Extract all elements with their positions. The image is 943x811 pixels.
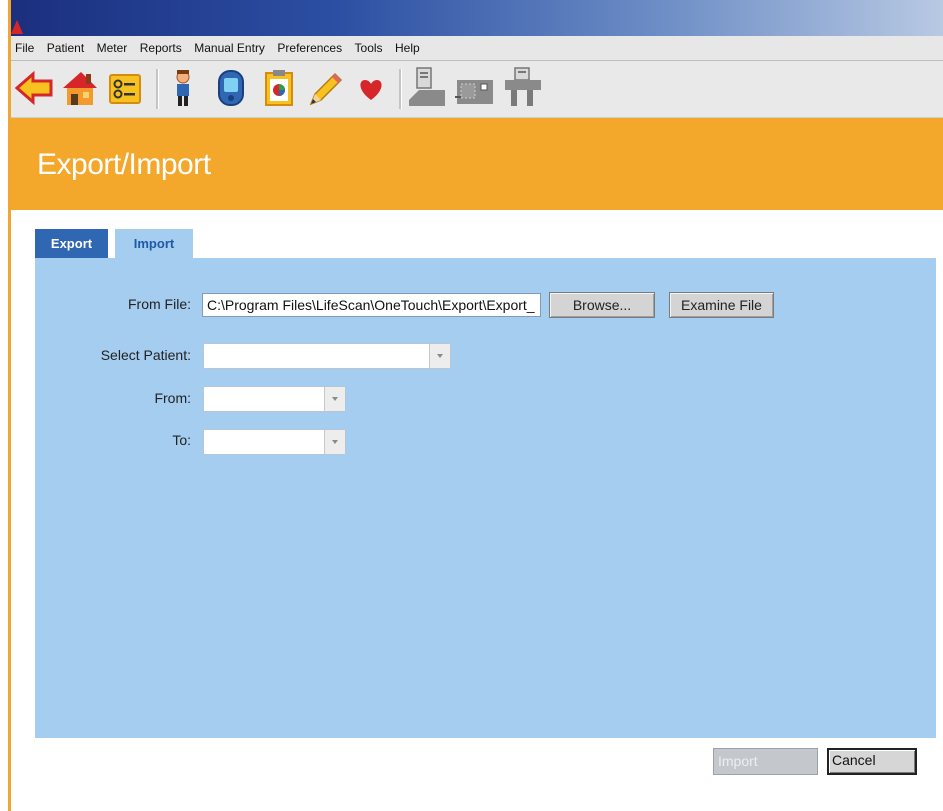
menu-file[interactable]: File — [11, 36, 38, 60]
chevron-down-icon[interactable] — [429, 344, 450, 368]
tab-export[interactable]: Export — [35, 229, 108, 258]
download-device-icon[interactable] — [405, 65, 449, 111]
tab-import[interactable]: Import — [115, 229, 193, 258]
pencil-icon[interactable] — [303, 65, 347, 111]
upload-device-icon[interactable] — [501, 65, 545, 111]
meter-icon[interactable] — [209, 65, 253, 111]
to-date-label: To: — [172, 432, 191, 448]
heart-icon[interactable] — [349, 65, 393, 111]
from-date-dropdown[interactable] — [203, 386, 346, 412]
toolbar-separator — [156, 69, 159, 109]
settings-list-icon[interactable] — [103, 65, 147, 111]
toolbar-separator — [399, 69, 402, 109]
clipboard-icon[interactable] — [257, 65, 301, 111]
import-panel: From File: C:\Program Files\LifeScan\One… — [35, 258, 936, 738]
page-title: Export/Import — [37, 148, 211, 181]
cancel-button[interactable]: Cancel — [827, 748, 917, 775]
title-bar — [11, 0, 943, 36]
home-icon[interactable] — [57, 65, 101, 111]
import-button[interactable]: Import — [713, 748, 818, 775]
from-date-label: From: — [154, 390, 191, 406]
toolbar — [11, 61, 943, 118]
page-header: Export/Import — [11, 118, 943, 210]
from-file-input[interactable]: C:\Program Files\LifeScan\OneTouch\Expor… — [202, 293, 541, 317]
from-file-label: From File: — [128, 296, 191, 312]
menu-bar: File Patient Meter Reports Manual Entry … — [11, 36, 943, 61]
examine-file-button[interactable]: Examine File — [669, 292, 774, 318]
to-date-dropdown[interactable] — [203, 429, 346, 455]
chevron-down-icon[interactable] — [324, 430, 345, 454]
menu-help[interactable]: Help — [391, 36, 424, 60]
app-icon — [11, 20, 23, 34]
back-arrow-icon[interactable] — [13, 65, 57, 111]
menu-meter[interactable]: Meter — [93, 36, 132, 60]
network-device-icon[interactable] — [453, 65, 497, 111]
browse-button[interactable]: Browse... — [549, 292, 655, 318]
menu-reports[interactable]: Reports — [136, 36, 186, 60]
menu-preferences[interactable]: Preferences — [273, 36, 346, 60]
menu-manual-entry[interactable]: Manual Entry — [190, 36, 269, 60]
select-patient-label: Select Patient: — [100, 347, 191, 363]
menu-tools[interactable]: Tools — [351, 36, 387, 60]
menu-patient[interactable]: Patient — [43, 36, 88, 60]
select-patient-dropdown[interactable] — [203, 343, 451, 369]
chevron-down-icon[interactable] — [324, 387, 345, 411]
patient-icon[interactable] — [161, 65, 205, 111]
